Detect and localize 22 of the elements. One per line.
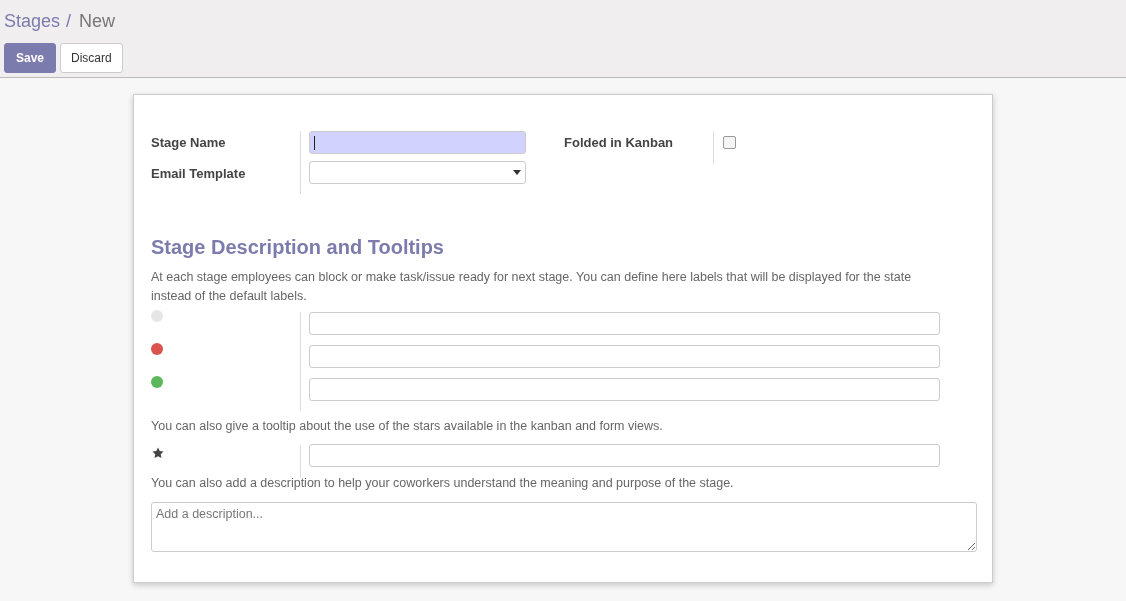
save-button[interactable]: Save xyxy=(4,43,57,73)
state-label-input[interactable] xyxy=(309,378,940,401)
breadcrumb-current: New xyxy=(79,10,116,33)
email-template-select[interactable] xyxy=(309,161,526,184)
stage-name-input[interactable] xyxy=(309,131,526,154)
section-title: Stage Description and Tooltips xyxy=(151,235,445,260)
state-label-input[interactable] xyxy=(309,345,940,368)
field-label: Email Template xyxy=(151,165,247,183)
stars-tooltip-input[interactable] xyxy=(309,443,940,467)
section-description: At each stage employees can block or make task/issue ready for next stage. You can define here labels that will be displayed for the state instead of the default labels. xyxy=(151,269,913,305)
field-label: Stage Name xyxy=(151,134,227,152)
caret-icon xyxy=(513,170,521,175)
discard-button[interactable]: Discard xyxy=(60,43,123,73)
star-icon xyxy=(152,446,164,459)
field-label: Folded in Kanban xyxy=(564,134,675,152)
help-text: You can also add a description to help your coworkers understand the meaning and purpose of the stage. xyxy=(151,474,735,492)
breadcrumb-separator: / xyxy=(66,10,72,33)
state-label-input[interactable] xyxy=(309,312,940,335)
help-text: You can also give a tooltip about the use of the stars available in the kanban and form views. xyxy=(151,418,664,435)
description-textarea[interactable]: Add a description... xyxy=(151,501,977,552)
breadcrumb-link[interactable]: Stages xyxy=(4,8,61,35)
folded-checkbox[interactable] xyxy=(723,136,736,149)
